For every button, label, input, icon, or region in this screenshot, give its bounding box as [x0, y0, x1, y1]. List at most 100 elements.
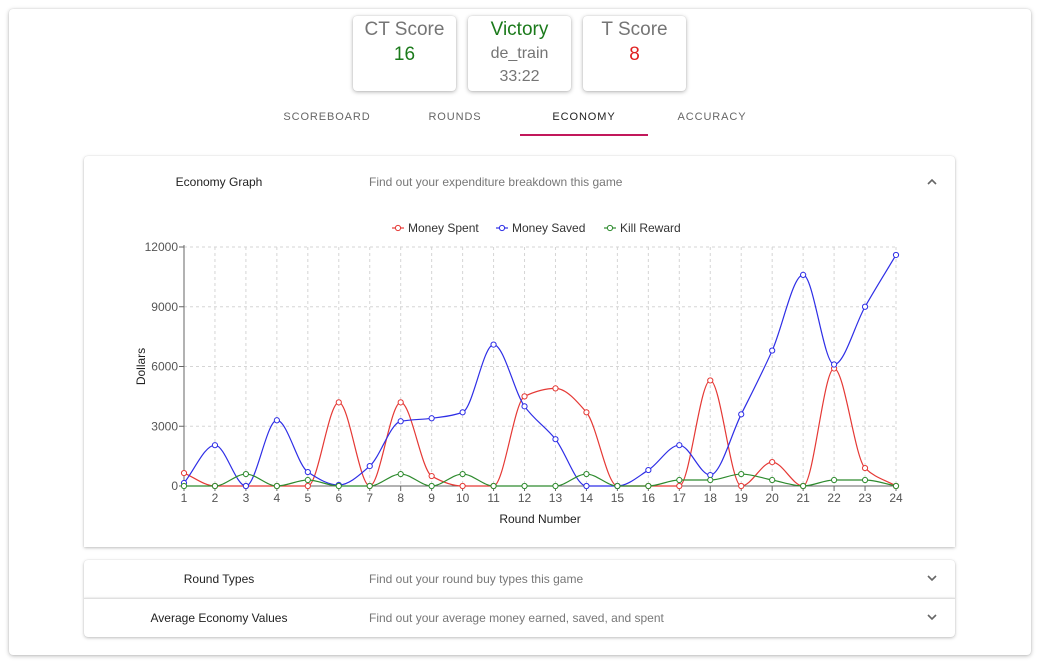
t-score-value: 8	[629, 44, 640, 65]
data-point	[769, 347, 776, 354]
data-point	[180, 482, 188, 490]
x-tick-label: 23	[858, 491, 872, 505]
data-point	[366, 462, 373, 470]
x-tick-label: 24	[889, 491, 903, 505]
active-tab-indicator	[520, 134, 648, 136]
data-point	[861, 464, 869, 472]
data-point	[583, 470, 590, 478]
x-tick-label: 1	[181, 491, 188, 505]
ct-score-value: 16	[393, 44, 416, 65]
data-point	[707, 476, 714, 484]
legend-label: Money Spent	[408, 221, 479, 235]
average-economy-header[interactable]: Average Economy Values Find out your ave…	[84, 599, 955, 637]
data-point	[459, 470, 466, 478]
data-point	[459, 482, 466, 490]
x-tick-label: 7	[366, 491, 373, 505]
data-point	[397, 399, 404, 406]
data-point	[211, 442, 219, 449]
data-point	[335, 399, 342, 406]
tab-rounds[interactable]: ROUNDS	[391, 104, 519, 136]
legend-label: Kill Reward	[620, 221, 681, 235]
x-tick-label: 16	[642, 491, 656, 505]
series-line-0	[183, 367, 897, 487]
x-tick-label: 15	[611, 491, 625, 505]
data-point	[521, 393, 528, 400]
data-point	[830, 361, 838, 368]
x-tick-label: 9	[428, 491, 435, 505]
data-point	[769, 459, 776, 466]
series-line-1	[183, 254, 897, 487]
chevron-down-icon[interactable]	[925, 610, 939, 624]
economy-line-chart: 0300060009000120001 2 3 4 5 6 7 8 9 10 11 12 13 14 15 1…	[134, 221, 903, 526]
match-duration: 33:22	[499, 68, 540, 85]
data-point	[861, 476, 869, 484]
panel-description: Find out your round buy types this game	[369, 572, 584, 586]
round-types-header[interactable]: Round Types Find out your round buy type…	[84, 560, 955, 598]
x-tick-label: 14	[580, 491, 594, 505]
data-point	[521, 482, 528, 490]
x-tick-label: 10	[456, 491, 470, 505]
data-point	[583, 409, 590, 416]
data-point	[335, 482, 342, 490]
x-axis-label: Round Number	[499, 512, 580, 526]
data-point	[676, 442, 683, 449]
round-types-panel: Round Types Find out your round buy type…	[84, 560, 955, 598]
legend-marker	[498, 224, 506, 232]
data-point	[490, 341, 497, 348]
x-tick-label: 17	[673, 491, 687, 505]
average-economy-panel: Average Economy Values Find out your ave…	[84, 598, 955, 637]
match-result: Victory	[490, 19, 549, 40]
data-point	[861, 303, 869, 310]
match-result-card: Victory de_train 33:22	[468, 16, 571, 91]
data-point	[769, 476, 776, 484]
map-name: de_train	[490, 45, 549, 62]
x-tick-label: 19	[735, 491, 749, 505]
ct-score-label: CT Score	[364, 19, 445, 40]
x-tick-label: 11	[487, 491, 500, 505]
t-score-card: T Score 8	[583, 16, 686, 91]
data-point	[304, 476, 311, 484]
legend-marker	[606, 224, 614, 232]
data-point	[676, 476, 683, 484]
data-point	[273, 417, 280, 424]
data-point	[490, 482, 497, 490]
data-point	[892, 251, 900, 259]
x-tick-label: 12	[518, 491, 532, 505]
t-score-label: T Score	[601, 19, 668, 40]
x-tick-label: 18	[704, 491, 718, 505]
data-point	[800, 271, 807, 278]
data-point	[800, 482, 807, 490]
data-point	[242, 482, 250, 490]
data-point	[645, 482, 652, 490]
chevron-down-icon[interactable]	[925, 571, 939, 585]
data-point	[366, 482, 373, 490]
data-point	[428, 472, 435, 480]
x-tick-label: 3	[243, 491, 250, 505]
data-point	[707, 471, 714, 479]
data-point	[521, 403, 528, 410]
tab-economy[interactable]: ECONOMY	[520, 104, 648, 136]
y-tick-label: 3000	[151, 419, 178, 433]
y-axis-label: Dollars	[134, 348, 148, 385]
x-tick-label: 6	[335, 491, 342, 505]
data-point	[304, 482, 311, 490]
y-tick-label: 6000	[151, 360, 178, 374]
data-point	[738, 482, 745, 490]
tab-scoreboard[interactable]: SCOREBOARD	[263, 104, 391, 136]
data-point	[211, 482, 219, 490]
panel-description: Find out your average money earned, save…	[369, 611, 664, 625]
data-point	[830, 476, 838, 484]
data-point	[273, 482, 280, 490]
x-tick-label: 5	[304, 491, 311, 505]
x-tick-label: 21	[796, 491, 810, 505]
y-tick-label: 0	[171, 479, 178, 493]
panel-title: Average Economy Values	[150, 611, 288, 625]
data-point	[645, 466, 652, 474]
tab-bar: SCOREBOARD ROUNDS ECONOMY ACCURACY	[0, 104, 1058, 136]
x-tick-label: 20	[765, 491, 779, 505]
y-tick-label: 12000	[145, 240, 179, 254]
tab-accuracy[interactable]: ACCURACY	[648, 104, 776, 136]
economy-graph-panel: Economy Graph Find out your expenditure …	[84, 156, 955, 547]
data-point	[397, 418, 404, 425]
data-point	[459, 409, 466, 416]
